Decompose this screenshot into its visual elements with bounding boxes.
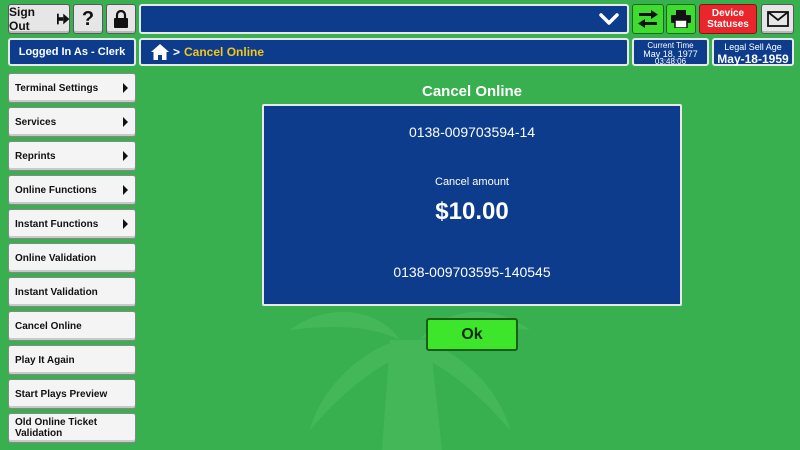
breadcrumb: > Cancel Online xyxy=(139,38,629,66)
cancel-details-panel: 0138-009703594-14 Cancel amount $10.00 0… xyxy=(262,104,682,306)
sidebar-item[interactable]: Services xyxy=(8,107,136,137)
chevron-right-icon xyxy=(123,151,128,161)
sidebar-item[interactable]: Instant Functions xyxy=(8,209,136,239)
breadcrumb-current: Cancel Online xyxy=(184,45,265,59)
ok-button[interactable]: Ok xyxy=(426,318,518,351)
legal-sell-age-panel: Legal Sell Age May-18-1959 xyxy=(712,38,794,66)
help-button[interactable]: ? xyxy=(73,4,103,34)
sign-out-icon xyxy=(56,13,69,25)
messages-button[interactable] xyxy=(761,4,794,34)
game-selector-dropdown[interactable] xyxy=(139,4,629,34)
logged-in-status: Logged In As - Clerk xyxy=(8,38,136,66)
chevron-right-icon xyxy=(123,83,128,93)
sidebar-item[interactable]: Instant Validation xyxy=(8,277,136,307)
chevron-right-icon xyxy=(123,219,128,229)
sidebar-item-label: Instant Functions xyxy=(15,218,99,230)
help-label: ? xyxy=(81,7,95,30)
chevron-down-icon xyxy=(599,13,619,25)
cancel-amount-value: $10.00 xyxy=(435,198,509,225)
envelope-icon xyxy=(766,11,789,27)
current-clock-value: 03:48:06 xyxy=(654,57,687,66)
sidebar-item[interactable]: Terminal Settings xyxy=(8,73,136,103)
sidebar-item[interactable]: Play It Again xyxy=(8,345,136,375)
sidebar-item-label: Old Online Ticket Validation xyxy=(15,417,98,439)
sidebar-item[interactable]: Online Validation xyxy=(8,243,136,273)
current-time-panel: Current Time May 18, 1977 03:48:06 xyxy=(632,38,709,66)
sidebar-item[interactable]: Old Online Ticket Validation xyxy=(8,413,136,443)
sidebar-item[interactable]: Reprints xyxy=(8,141,136,171)
ticket-number: 0138-009703594-14 xyxy=(408,124,536,140)
sidebar-item-label: Instant Validation xyxy=(15,286,98,298)
chevron-right-icon xyxy=(123,117,128,127)
sidebar-item-label: Services xyxy=(15,116,57,128)
sidebar-item[interactable]: Cancel Online xyxy=(8,311,136,341)
swap-arrows-icon xyxy=(638,10,658,28)
cancel-amount-label: Cancel amount xyxy=(435,176,509,188)
printer-icon xyxy=(671,10,691,28)
sidebar-item-label: Online Functions xyxy=(15,184,97,196)
sidebar-item-label: Play It Again xyxy=(15,354,75,366)
printer-button[interactable] xyxy=(666,4,696,34)
page-title: Cancel Online xyxy=(421,83,523,100)
lock-icon xyxy=(114,10,128,28)
sidebar-item-label: Reprints xyxy=(15,150,56,162)
sidebar-item-label: Cancel Online xyxy=(15,320,82,332)
lock-button[interactable] xyxy=(106,4,136,34)
sidebar-item[interactable]: Start Plays Preview xyxy=(8,379,136,409)
device-statuses-button[interactable]: Device Statuses xyxy=(699,4,757,34)
logged-in-label: Logged In As - Clerk xyxy=(18,46,126,58)
sidebar-item[interactable]: Online Functions xyxy=(8,175,136,205)
cancel-serial-number: 0138-009703595-140545 xyxy=(393,264,551,280)
home-icon[interactable] xyxy=(151,44,169,60)
sign-out-button[interactable]: Sign Out xyxy=(8,4,70,34)
sign-out-label: Sign Out xyxy=(9,5,35,33)
device-statuses-label: Device Statuses xyxy=(707,8,749,30)
sidebar-item-label: Start Plays Preview xyxy=(15,388,108,400)
legal-sell-age-value: May-18-1959 xyxy=(717,52,789,66)
breadcrumb-separator: > xyxy=(173,45,181,59)
sidebar-item-label: Terminal Settings xyxy=(15,82,99,94)
ok-label: Ok xyxy=(461,325,483,343)
chevron-right-icon xyxy=(123,185,128,195)
transfer-button[interactable] xyxy=(632,4,664,34)
sidebar-item-label: Online Validation xyxy=(15,252,97,264)
